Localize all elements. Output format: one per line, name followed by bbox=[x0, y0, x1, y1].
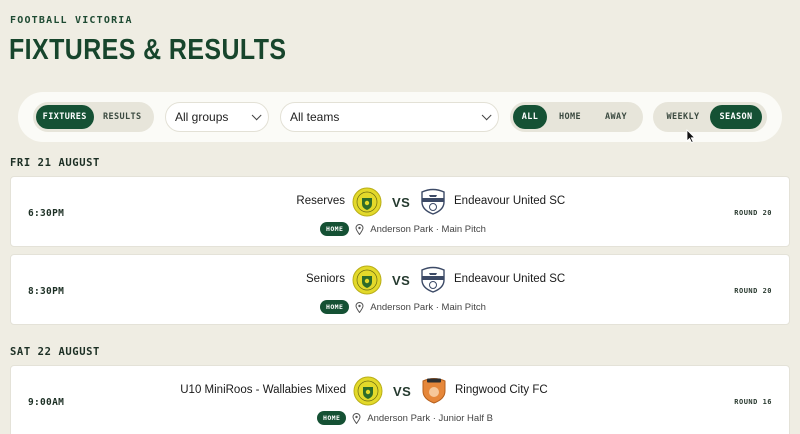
kickoff-time: 8:30PM bbox=[28, 286, 65, 297]
tab-results[interactable]: RESULTS bbox=[94, 105, 152, 129]
groups-select-value: All groups bbox=[175, 110, 229, 124]
endeavour-united-crest-icon bbox=[421, 188, 445, 215]
home-badge: HOME bbox=[317, 411, 347, 425]
venue-name[interactable]: Anderson Park · Junior Half B bbox=[367, 413, 493, 424]
tab-weekly[interactable]: WEEKLY bbox=[656, 105, 710, 129]
eyebrow: FOOTBALL VICTORIA bbox=[10, 15, 133, 26]
round-label: ROUND 16 bbox=[734, 398, 772, 406]
tab-fixtures[interactable]: FIXTURES bbox=[36, 105, 94, 129]
teams-select[interactable]: All teams bbox=[280, 102, 499, 132]
round-label: ROUND 20 bbox=[734, 287, 772, 295]
location-pin-icon bbox=[355, 301, 364, 313]
venue-name[interactable]: Anderson Park · Main Pitch bbox=[370, 302, 486, 313]
fixture-card[interactable]: 8:30PM Seniors VS Endeavour United SC HO… bbox=[10, 254, 790, 325]
date-heading: FRI 21 AUGUST bbox=[10, 157, 100, 169]
page-title: FIXTURES & RESULTS bbox=[9, 34, 287, 66]
fixture-card[interactable]: 9:00AM U10 MiniRoos - Wallabies Mixed VS… bbox=[10, 365, 790, 434]
yellow-club-crest-icon bbox=[353, 376, 383, 406]
tab-away[interactable]: AWAY bbox=[593, 105, 639, 129]
view-toggle: FIXTURES RESULTS bbox=[33, 102, 154, 132]
chevron-down-icon bbox=[481, 109, 492, 120]
mouse-pointer-icon bbox=[686, 129, 696, 143]
round-label: ROUND 20 bbox=[734, 209, 772, 217]
home-team[interactable]: Seniors bbox=[306, 273, 345, 285]
kickoff-time: 9:00AM bbox=[28, 397, 65, 408]
away-team[interactable]: Ringwood City FC bbox=[455, 384, 548, 396]
kickoff-time: 6:30PM bbox=[28, 208, 65, 219]
chevron-down-icon bbox=[251, 109, 262, 120]
home-team[interactable]: Reserves bbox=[296, 195, 345, 207]
teams-select-value: All teams bbox=[290, 110, 340, 124]
period-toggle: WEEKLY SEASON bbox=[653, 102, 767, 132]
tab-home[interactable]: HOME bbox=[547, 105, 593, 129]
ringwood-city-crest-icon bbox=[422, 378, 446, 404]
groups-select[interactable]: All groups bbox=[165, 102, 269, 132]
date-heading: SAT 22 AUGUST bbox=[10, 346, 100, 358]
away-team[interactable]: Endeavour United SC bbox=[454, 273, 565, 285]
vs-label: VS bbox=[392, 273, 411, 288]
vs-label: VS bbox=[392, 195, 411, 210]
home-badge: HOME bbox=[320, 300, 350, 314]
away-team[interactable]: Endeavour United SC bbox=[454, 195, 565, 207]
venue-row: HOME Anderson Park · Main Pitch bbox=[320, 300, 486, 314]
location-pin-icon bbox=[352, 412, 361, 424]
venue-toggle: ALL HOME AWAY bbox=[510, 102, 643, 132]
fixture-card[interactable]: 6:30PM Reserves VS Endeavour United SC H… bbox=[10, 176, 790, 247]
yellow-club-crest-icon bbox=[352, 187, 382, 217]
endeavour-united-crest-icon bbox=[421, 266, 445, 293]
vs-label: VS bbox=[393, 384, 412, 399]
venue-row: HOME Anderson Park · Junior Half B bbox=[317, 411, 493, 425]
filter-bar: FIXTURES RESULTS All groups All teams AL… bbox=[18, 92, 782, 142]
tab-all[interactable]: ALL bbox=[513, 105, 547, 129]
tab-season[interactable]: SEASON bbox=[710, 105, 762, 129]
venue-name[interactable]: Anderson Park · Main Pitch bbox=[370, 224, 486, 235]
location-pin-icon bbox=[355, 223, 364, 235]
yellow-club-crest-icon bbox=[352, 265, 382, 295]
venue-row: HOME Anderson Park · Main Pitch bbox=[320, 222, 486, 236]
home-team[interactable]: U10 MiniRoos - Wallabies Mixed bbox=[180, 384, 346, 396]
home-badge: HOME bbox=[320, 222, 350, 236]
